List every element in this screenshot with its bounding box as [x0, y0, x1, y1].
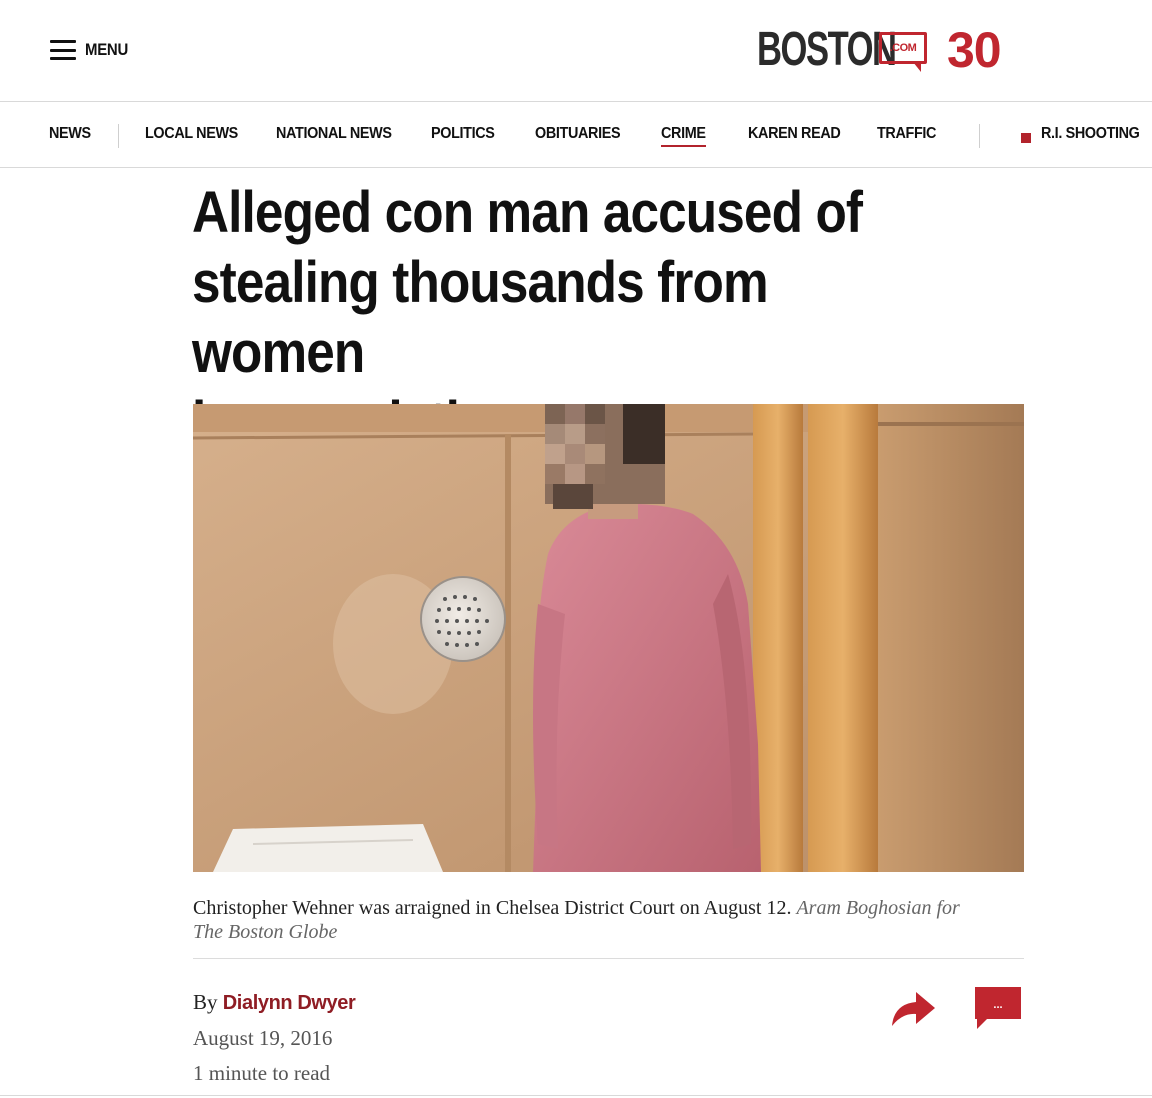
- logo-com-badge: .COM: [879, 30, 927, 72]
- author-link[interactable]: Dialynn Dwyer: [223, 992, 356, 1014]
- nav-divider: [118, 124, 119, 148]
- headline-line: Alleged con man accused of: [192, 180, 863, 245]
- nav-item-crime[interactable]: CRIME: [661, 125, 706, 147]
- nav-item-breaking[interactable]: R.I. SHOOTING: [1041, 125, 1140, 143]
- nav-item-obituaries[interactable]: OBITUARIES: [535, 125, 621, 143]
- logo-anniversary: 30: [947, 22, 1002, 78]
- comment-bubble-icon: ...: [975, 987, 1021, 1029]
- nav-item-national-news[interactable]: NATIONAL NEWS: [276, 125, 392, 143]
- menu-button[interactable]: MENU: [50, 38, 134, 62]
- hamburger-icon: [50, 40, 76, 60]
- byline: By Dialynn Dwyer: [193, 990, 356, 1015]
- comments-button[interactable]: ...: [973, 985, 1023, 1031]
- logo-com-text: .COM: [889, 42, 917, 54]
- logo-wordmark: BOSTON: [757, 23, 897, 76]
- nav-item-politics[interactable]: POLITICS: [431, 125, 495, 143]
- byline-prefix: By: [193, 990, 218, 1014]
- site-header: MENU BOSTON .COM 30: [0, 0, 1152, 102]
- nav-item-traffic[interactable]: TRAFFIC: [877, 125, 936, 143]
- headline-line: stealing thousands from women: [192, 250, 769, 385]
- share-arrow-icon: [892, 992, 935, 1026]
- caption-text: Christopher Wehner was arraigned in Chel…: [193, 897, 792, 919]
- nav-item-karen-read[interactable]: KAREN READ: [748, 125, 841, 143]
- read-time: 1 minute to read: [193, 1061, 331, 1085]
- breaking-square-icon: [1021, 133, 1031, 143]
- article-photo: [193, 404, 1024, 872]
- nav-divider: [979, 124, 980, 148]
- divider: [193, 958, 1024, 959]
- section-nav: NEWS LOCAL NEWS NATIONAL NEWS POLITICS O…: [0, 103, 1152, 168]
- bottom-divider: [0, 1095, 1152, 1096]
- nav-item-news[interactable]: NEWS: [49, 125, 91, 143]
- courtroom-photo: [193, 404, 1024, 872]
- share-button[interactable]: [888, 988, 938, 1030]
- photo-caption: Christopher Wehner was arraigned in Chel…: [193, 896, 993, 944]
- nav-item-local-news[interactable]: LOCAL NEWS: [145, 125, 238, 143]
- site-logo[interactable]: BOSTON .COM 30: [757, 22, 1002, 78]
- menu-label: MENU: [85, 40, 128, 59]
- publish-date: August 19, 2016: [193, 1026, 333, 1050]
- comment-bubble-label: ...: [993, 999, 1002, 1011]
